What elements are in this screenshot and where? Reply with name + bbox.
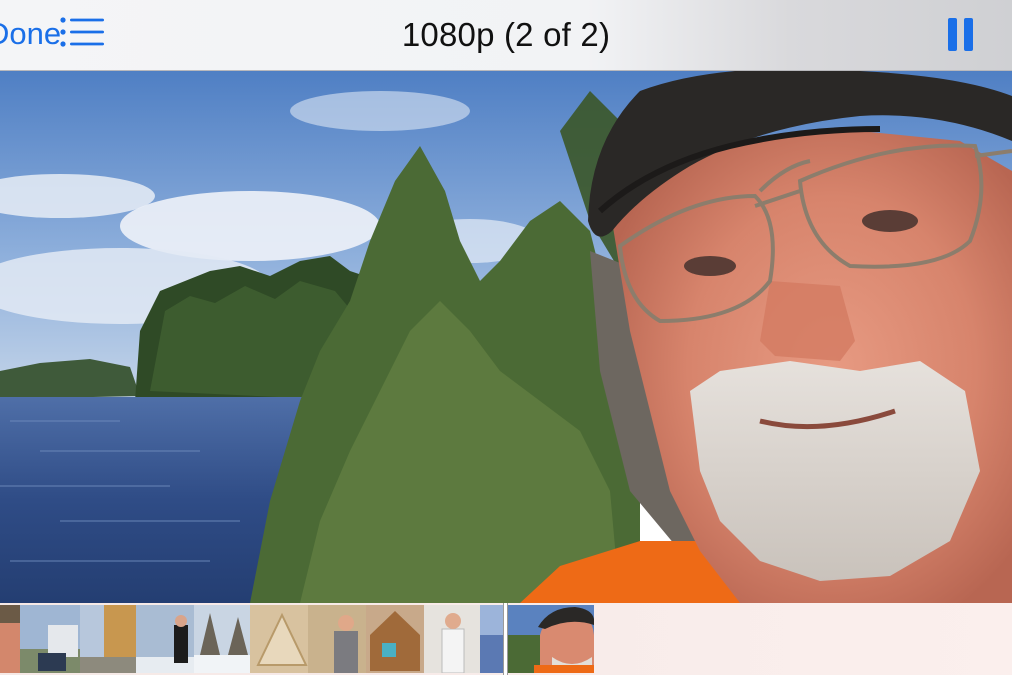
filmstrip-scrubber[interactable] [0,603,1012,675]
video-title: 1080p (2 of 2) [401,16,611,53]
pause-icon[interactable] [940,14,982,56]
list-icon[interactable] [58,15,108,51]
video-editor-screen: Done 1080p (2 of 2) [0,0,1012,675]
video-frame-image [0,71,1012,603]
playhead-handle[interactable] [503,603,508,675]
video-frame[interactable] [0,71,1012,603]
top-navigation-bar: Done 1080p (2 of 2) [0,0,1012,71]
done-button[interactable]: Done [0,13,61,55]
